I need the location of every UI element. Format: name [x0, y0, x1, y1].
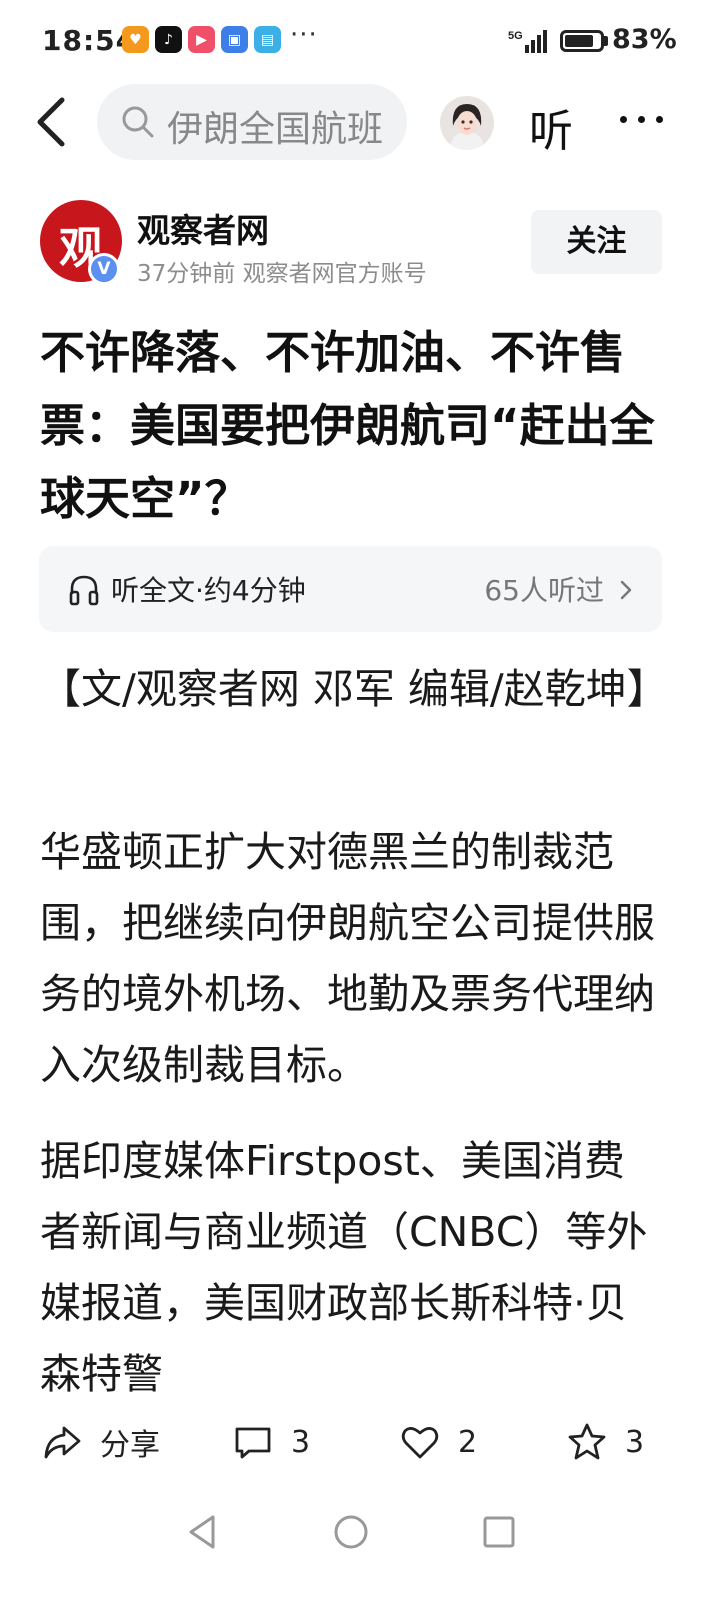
search-query-text: 伊朗全国航班 — [167, 109, 384, 150]
battery-level — [565, 35, 593, 47]
user-avatar-icon — [450, 104, 484, 150]
favorite-button[interactable]: 3 — [567, 1418, 644, 1466]
author-meta: 37分钟前 观察者网官方账号 — [137, 261, 427, 287]
chevron-right-icon — [620, 580, 632, 600]
favorite-count: 3 — [625, 1424, 645, 1460]
star-icon — [568, 1423, 606, 1460]
share-icon — [44, 1426, 81, 1459]
avatar[interactable] — [440, 96, 494, 150]
comment-icon — [235, 1427, 271, 1459]
heart-icon — [401, 1427, 439, 1459]
notification-icons: ♥ ♪ ▶ ▣ ▤ — [122, 26, 281, 53]
audio-listener-count: 65人听过 — [484, 574, 604, 607]
search-input[interactable]: 伊朗全国航班 — [97, 84, 407, 160]
follow-button[interactable]: 关注 — [531, 210, 662, 274]
video-app-icon: ▶ — [188, 26, 215, 53]
comment-count: 3 — [291, 1424, 311, 1460]
search-icon — [122, 106, 154, 138]
heart-app-icon: ♥ — [122, 26, 149, 53]
network-type-label: 5G — [508, 30, 523, 42]
nav-home-circle-icon[interactable] — [331, 1512, 371, 1552]
status-bar: 18:54 ♥ ♪ ▶ ▣ ▤ ··· 5G 83% — [0, 0, 720, 80]
audio-duration-label: 听全文·约4分钟 — [111, 574, 306, 607]
article-paragraph: 据印度媒体Firstpost、美国消费者新闻与商业频道（CNBC）等外媒报道，美… — [40, 1137, 648, 1398]
nav-back-triangle-icon[interactable] — [183, 1512, 223, 1552]
book-app-icon: ▤ — [254, 26, 281, 53]
article-paragraph: 华盛顿正扩大对德黑兰的制裁范围，把继续向伊朗航空公司提供服务的境外机场、地勤及票… — [40, 828, 655, 1089]
more-options-icon[interactable] — [618, 113, 666, 127]
article-byline: 【文/观察者网 邓军 编辑/赵乾坤】 — [40, 665, 668, 713]
share-label: 分享 — [100, 1428, 160, 1463]
tiktok-app-icon: ♪ — [155, 26, 182, 53]
article-action-bar: 分享 3 2 3 — [0, 1400, 720, 1484]
like-button[interactable]: 2 — [400, 1418, 477, 1466]
listen-button[interactable]: 听 — [529, 95, 573, 159]
more-notifications-icon: ··· — [290, 20, 318, 50]
battery-icon — [560, 30, 604, 52]
author-name[interactable]: 观察者网 — [137, 204, 269, 252]
comment-button[interactable]: 3 — [233, 1418, 310, 1466]
listen-full-text-bar[interactable]: 听全文·约4分钟 65人听过 — [39, 546, 662, 632]
like-count: 2 — [458, 1424, 478, 1460]
verified-badge-icon: V — [88, 253, 120, 285]
system-navigation-bar — [0, 1490, 720, 1610]
headphone-icon — [69, 575, 99, 606]
back-arrow-icon[interactable] — [32, 96, 72, 148]
share-button[interactable]: 分享 — [42, 1418, 160, 1466]
wallet-app-icon: ▣ — [221, 26, 248, 53]
signal-icon: 5G — [508, 30, 547, 53]
article-title: 不许降落、不许加油、不许售票：美国要把伊朗航司“赶出全球天空”？ — [40, 326, 655, 525]
battery-percent: 83% — [612, 24, 677, 55]
battery-tip — [604, 36, 608, 46]
nav-recents-square-icon[interactable] — [479, 1512, 519, 1552]
